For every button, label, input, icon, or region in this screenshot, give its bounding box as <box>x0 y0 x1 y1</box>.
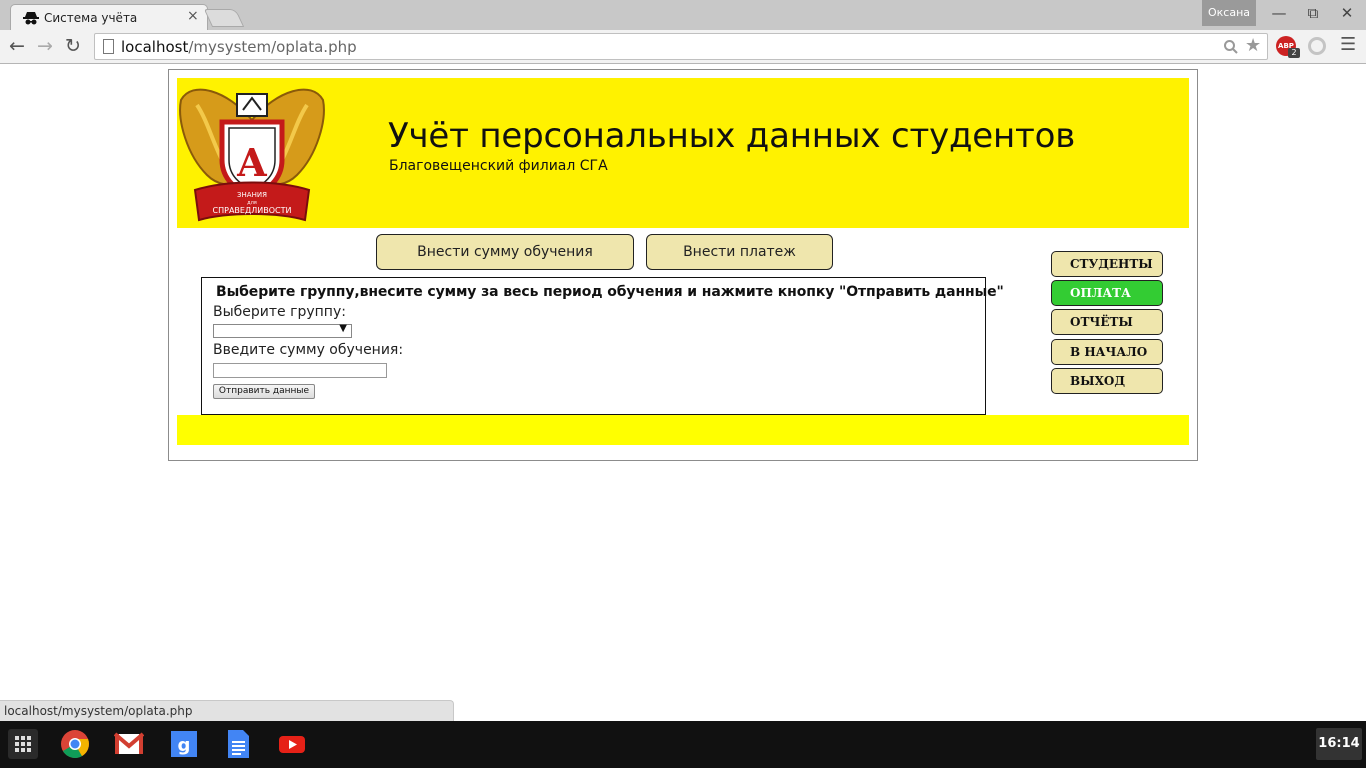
tab-strip: Система учёта × Оксана — ⧉ ✕ <box>0 0 1366 31</box>
tab-title: Система учёта <box>44 11 138 25</box>
browser-tab[interactable]: Система учёта × <box>10 4 208 31</box>
close-window-icon[interactable]: ✕ <box>1334 2 1360 24</box>
menu-students-button[interactable]: СТУДЕНТЫ <box>1051 251 1163 277</box>
group-label: Выберите группу: <box>213 304 346 320</box>
menu-reports-button[interactable]: ОТЧЁТЫ <box>1051 309 1163 335</box>
google-search-icon[interactable]: g <box>169 729 199 759</box>
site-title: Учёт персональных данных студентов <box>388 116 1076 156</box>
url-path: /mysystem/oplata.php <box>188 38 357 56</box>
site-footer <box>177 415 1189 445</box>
browser-toolbar: ← → ↻ localhost/mysystem/oplata.php ★ AB… <box>0 30 1366 64</box>
docs-icon[interactable] <box>223 729 253 759</box>
os-shelf: g 16:14 <box>0 721 1366 768</box>
logo-ribbon-bottom: СПРАВЕДЛИВОСТИ <box>213 206 292 215</box>
forward-icon[interactable]: → <box>34 35 56 57</box>
site-subtitle: Благовещенский филиал СГА <box>389 158 608 174</box>
menu-payment-button[interactable]: ОПЛАТА <box>1051 280 1163 306</box>
enter-payment-button[interactable]: Внести платеж <box>646 234 833 270</box>
logo-ribbon-top: ЗНАНИЯ <box>237 191 267 199</box>
profile-badge[interactable]: Оксана <box>1202 0 1256 26</box>
reload-icon[interactable]: ↻ <box>62 35 84 57</box>
logo-letter: А <box>237 140 268 185</box>
clock[interactable]: 16:14 <box>1316 728 1362 760</box>
enter-sum-button[interactable]: Внести сумму обучения <box>376 234 634 270</box>
dropdown-arrow-icon: ▼ <box>339 323 347 334</box>
search-icon[interactable] <box>1223 39 1239 55</box>
back-icon[interactable]: ← <box>6 35 28 57</box>
app-launcher-icon[interactable] <box>8 729 38 759</box>
group-select[interactable]: ▼ <box>213 323 352 338</box>
menu-exit-button[interactable]: ВЫХОД <box>1051 368 1163 394</box>
minimize-icon[interactable]: — <box>1266 2 1292 24</box>
spy-favicon-icon <box>23 12 39 25</box>
new-tab-button[interactable] <box>203 9 245 27</box>
form-heading: Выберите группу,внесите сумму за весь пе… <box>216 284 1004 300</box>
sum-input[interactable] <box>213 363 387 378</box>
restore-icon[interactable]: ⧉ <box>1300 2 1326 24</box>
sum-label: Введите сумму обучения: <box>213 342 404 358</box>
gmail-icon[interactable] <box>114 729 144 759</box>
url-host: localhost <box>121 38 189 56</box>
bookmark-star-icon[interactable]: ★ <box>1245 35 1261 56</box>
adblock-count: 2 <box>1288 48 1300 58</box>
url-text[interactable]: localhost/mysystem/oplata.php <box>121 38 357 56</box>
submit-button[interactable]: Отправить данные <box>213 384 315 399</box>
svg-text:g: g <box>178 735 191 756</box>
extension-icon[interactable] <box>1308 37 1326 55</box>
chrome-icon[interactable] <box>60 729 90 759</box>
youtube-icon[interactable] <box>277 729 307 759</box>
university-crest-logo: А ЗНАНИЯ для СПРАВЕДЛИВОСТИ <box>179 88 325 222</box>
tab-close-icon[interactable]: × <box>187 8 199 24</box>
page-container: А ЗНАНИЯ для СПРАВЕДЛИВОСТИ Учёт персона… <box>168 69 1198 461</box>
menu-icon[interactable]: ☰ <box>1340 34 1356 55</box>
page-icon <box>103 39 114 54</box>
address-bar[interactable]: localhost/mysystem/oplata.php ★ <box>94 33 1268 60</box>
site-header: А ЗНАНИЯ для СПРАВЕДЛИВОСТИ Учёт персона… <box>177 78 1189 228</box>
menu-home-button[interactable]: В НАЧАЛО <box>1051 339 1163 365</box>
status-url-bubble: localhost/mysystem/oplata.php <box>0 700 454 721</box>
payment-form: Выберите группу,внесите сумму за весь пе… <box>201 277 1004 415</box>
